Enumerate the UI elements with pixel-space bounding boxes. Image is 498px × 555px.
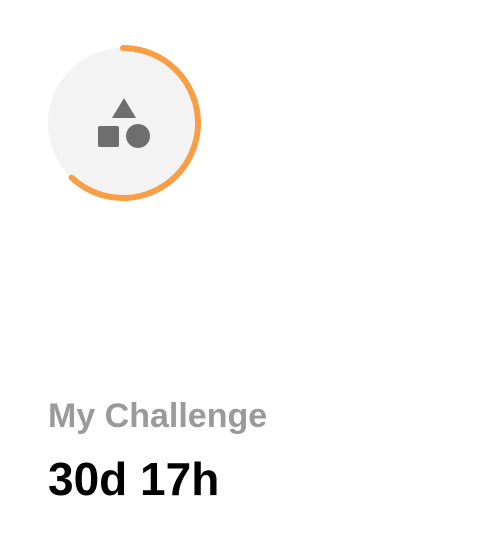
- challenge-title: My Challenge: [48, 397, 268, 435]
- challenge-time-remaining: 30d 17h: [48, 453, 220, 505]
- challenge-card[interactable]: My Challenge 30d 17h: [0, 0, 498, 555]
- shapes-icon: [96, 96, 152, 152]
